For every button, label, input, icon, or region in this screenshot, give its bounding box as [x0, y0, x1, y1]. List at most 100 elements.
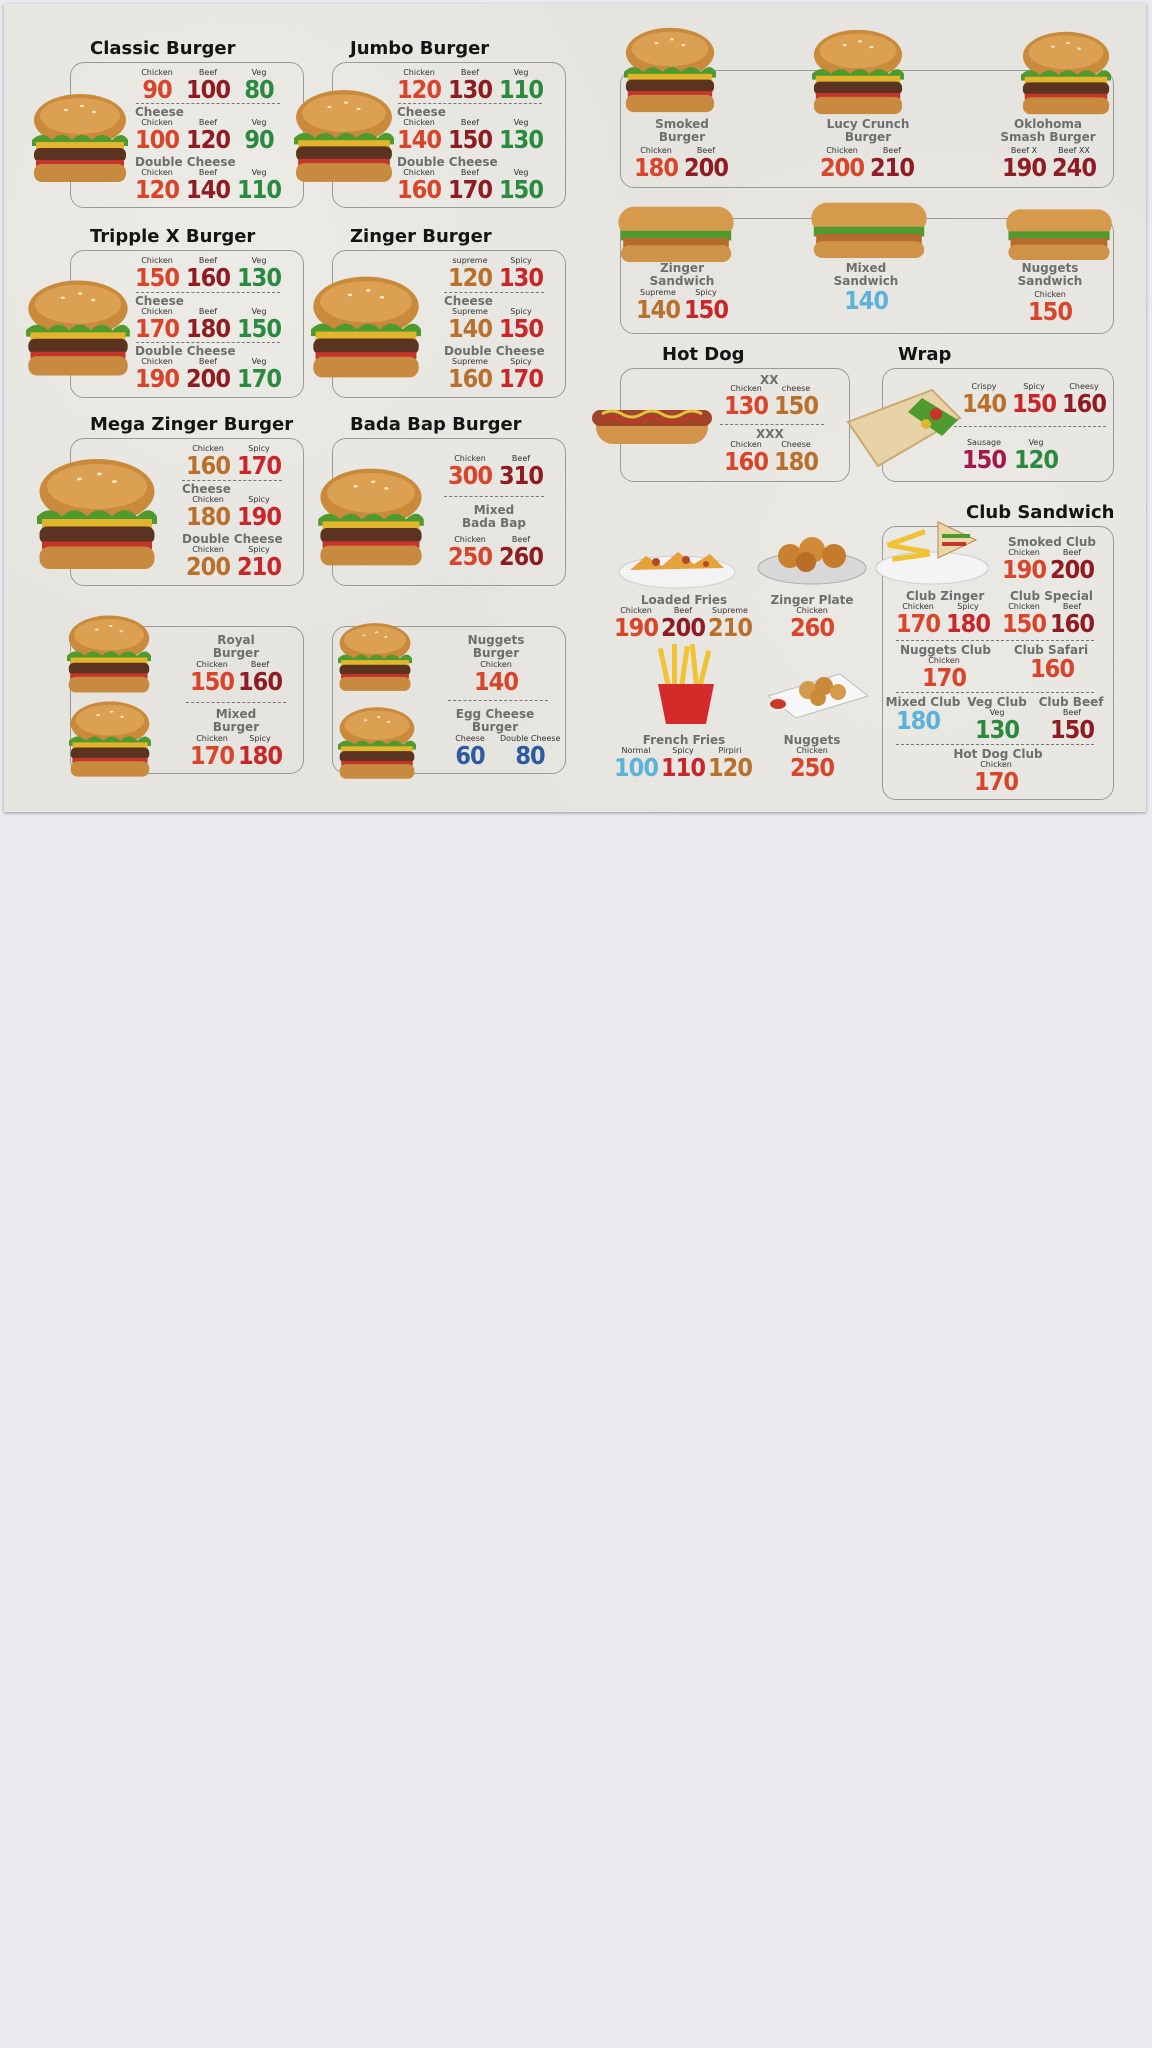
price: 250 — [790, 753, 835, 782]
smoked-burger-name: Smoked Burger — [655, 117, 709, 144]
mixed-sandwich-image — [811, 202, 927, 258]
price: 130 — [499, 263, 544, 292]
tripple-x-burger-title: Tripple X Burger — [90, 226, 256, 247]
price: 160 — [1062, 389, 1107, 418]
mega-zinger-burger-title: Mega Zinger Burger — [90, 414, 294, 435]
price: 180 — [186, 314, 231, 343]
price: 200 — [661, 613, 706, 642]
price: 150 — [237, 314, 282, 343]
jumbo-burger-image — [294, 90, 394, 182]
price: 300 — [448, 461, 493, 490]
price: 110 — [661, 753, 706, 782]
tripple-x-burger-image — [26, 280, 130, 376]
divider — [182, 480, 282, 481]
row-name: Mixed Bada Bap — [462, 503, 526, 530]
divider — [136, 292, 280, 293]
price: 240 — [1052, 153, 1097, 182]
price: 170 — [922, 663, 967, 692]
royal-burger-image — [67, 615, 151, 693]
divider — [444, 496, 544, 497]
price: 200 — [820, 153, 865, 182]
divider — [954, 426, 1106, 427]
divider — [896, 640, 1094, 641]
price: 150 — [499, 175, 544, 204]
wrap-title: Wrap — [898, 344, 952, 365]
price: 160 — [724, 447, 769, 476]
price: 80 — [515, 741, 545, 770]
price: 170 — [448, 175, 493, 204]
divider — [896, 692, 1094, 693]
smoked-burger-image — [624, 27, 716, 113]
oklahoma-smash-burger-image — [1021, 31, 1111, 115]
egg-cheese-burger-name: Egg Cheese Burger — [455, 707, 535, 734]
price: 170 — [135, 314, 180, 343]
price: 140 — [844, 286, 889, 315]
price: 200 — [186, 552, 231, 581]
price: 140 — [962, 389, 1007, 418]
price: 150 — [448, 125, 493, 154]
nuggets-sandwich-image — [1006, 209, 1112, 260]
price: 260 — [499, 542, 544, 571]
price: 180 — [238, 741, 283, 770]
price: 210 — [708, 613, 753, 642]
price: 170 — [974, 767, 1019, 796]
nuggets-burger-image — [338, 623, 412, 691]
price: 250 — [448, 542, 493, 571]
price: 190 — [614, 613, 659, 642]
price: 140 — [186, 175, 231, 204]
mixed-burger-image — [69, 701, 151, 777]
divider — [720, 424, 824, 425]
mixed-burger-name: Mixed Burger — [212, 707, 260, 734]
price: 80 — [244, 75, 274, 104]
price: 150 — [1028, 297, 1073, 326]
price: 160 — [397, 175, 442, 204]
price: 310 — [499, 461, 544, 490]
price: 150 — [684, 295, 729, 324]
price: 210 — [237, 552, 282, 581]
price: 160 — [238, 667, 283, 696]
price: 180 — [186, 502, 231, 531]
price: 210 — [870, 153, 915, 182]
price: 160 — [1030, 654, 1075, 683]
nuggets-burger-name: Nuggets Burger — [467, 633, 525, 660]
price: 170 — [499, 364, 544, 393]
mega-zinger-burger-image — [37, 459, 157, 569]
price: 130 — [499, 125, 544, 154]
price: 140 — [474, 667, 519, 696]
price: 130 — [448, 75, 493, 104]
price: 110 — [237, 175, 282, 204]
zinger-plate-image — [757, 537, 867, 585]
price: 160 — [448, 364, 493, 393]
french-fries-image — [657, 644, 714, 724]
price: 130 — [237, 263, 282, 292]
price: 120 — [1014, 445, 1059, 474]
price: 120 — [135, 175, 180, 204]
price: 150 — [1050, 715, 1095, 744]
price: 200 — [1050, 555, 1095, 584]
price: 150 — [1002, 609, 1047, 638]
price: 120 — [708, 753, 753, 782]
club-sandwich-image — [875, 521, 989, 585]
price: 140 — [636, 295, 681, 324]
bada-bap-burger-image — [318, 468, 424, 566]
wrap-image — [846, 388, 962, 468]
zinger-sandwich-name: Zinger Sandwich — [649, 261, 715, 288]
lucy-crunch-burger-name: Lucy Crunch Burger — [826, 117, 910, 144]
connector — [904, 70, 1014, 71]
zinger-burger-title: Zinger Burger — [350, 226, 492, 247]
price: 150 — [1012, 389, 1057, 418]
price: 60 — [455, 741, 485, 770]
hot-dog-image — [592, 409, 712, 444]
price: 180 — [634, 153, 679, 182]
hot-dog-title: Hot Dog — [662, 344, 745, 365]
mixed-sandwich-name: Mixed Sandwich — [833, 261, 899, 288]
price: 110 — [499, 75, 544, 104]
zinger-burger-image — [311, 276, 421, 378]
egg-cheese-burger-image — [338, 707, 416, 779]
price: 170 — [237, 451, 282, 480]
price: 150 — [962, 445, 1007, 474]
menu-board: Classic Burger Chicken 90 Beef 100 Veg 80 C… — [4, 4, 1146, 812]
price: 180 — [946, 609, 991, 638]
price: 180 — [896, 706, 941, 735]
oklahoma-smash-burger-name: Oklohoma Smash Burger — [1000, 117, 1096, 144]
